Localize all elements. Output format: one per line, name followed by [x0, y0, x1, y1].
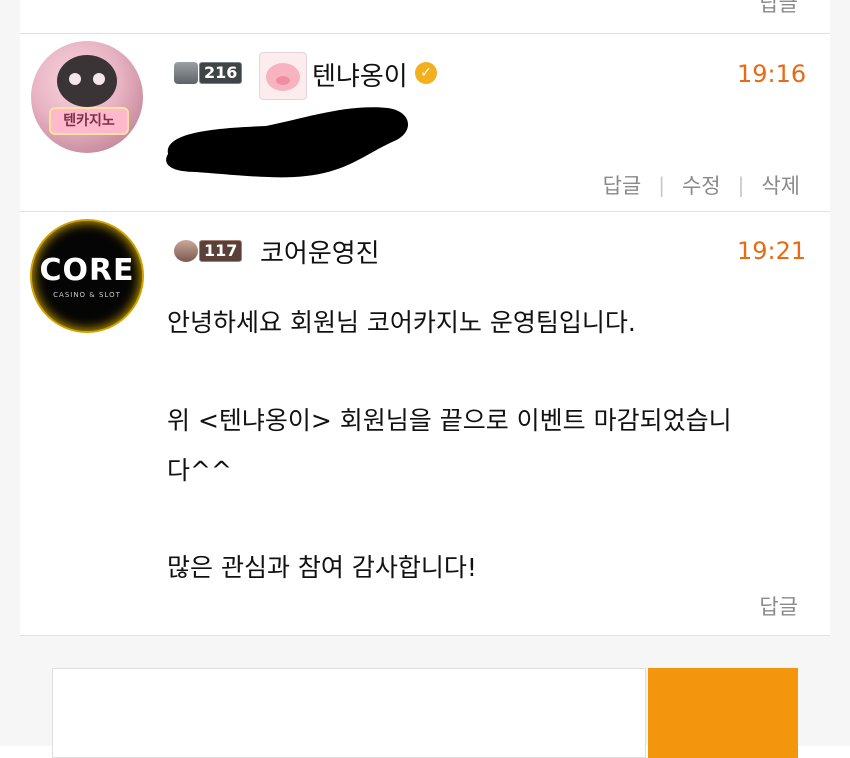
core-logo-subtitle: CASINO & SLOT [53, 291, 121, 299]
submit-comment-button[interactable] [648, 668, 798, 758]
level-badge: 117 [174, 240, 243, 262]
avatar-ten-nyaongi[interactable]: 텐카지노 [31, 41, 143, 153]
delete-button[interactable]: 삭제 [761, 170, 800, 200]
comment-time: 19:16 [737, 60, 807, 88]
level-number: 216 [199, 62, 243, 84]
level-icon [174, 240, 198, 262]
redacted-scribble [166, 107, 409, 178]
comment-actions: 답글 | 수정 | 삭제 [603, 170, 800, 200]
reply-button[interactable]: 답글 [759, 591, 798, 621]
left-margin [0, 0, 20, 746]
comment-body-line: 위 <텐냐옹이> 회원님을 끝으로 이벤트 마감되었습니 [167, 406, 732, 435]
reply-button[interactable]: 답글 [603, 170, 642, 200]
avatar-core[interactable]: CORE CASINO & SLOT [32, 221, 142, 331]
verified-badge-icon: ✓ [415, 62, 437, 84]
cat-face [57, 55, 117, 107]
reply-button-previous[interactable]: 답글 [759, 0, 798, 18]
comment-body-line: 다^^ [167, 456, 232, 485]
commenter-nickname[interactable]: 코어운영진 [260, 233, 380, 270]
divider [20, 211, 830, 212]
avatar-sign: 텐카지노 [49, 107, 129, 135]
comment-input[interactable] [52, 668, 646, 758]
action-separator: | [737, 173, 745, 197]
action-separator: | [658, 173, 665, 197]
commenter-nickname[interactable]: 텐냐옹이 [312, 56, 408, 93]
divider [20, 33, 830, 34]
level-icon [174, 62, 198, 84]
comment-body-line: 많은 관심과 참여 감사합니다! [167, 553, 477, 582]
level-badge: 216 [174, 62, 243, 84]
comment-time: 19:21 [737, 237, 807, 265]
level-number: 117 [199, 240, 243, 262]
core-logo: CORE [39, 253, 135, 288]
right-margin [830, 0, 850, 746]
pig-icon [259, 52, 307, 100]
comment-body-line: 안녕하세요 회원님 코어카지노 운영팀입니다. [167, 308, 636, 337]
edit-button[interactable]: 수정 [682, 170, 721, 200]
